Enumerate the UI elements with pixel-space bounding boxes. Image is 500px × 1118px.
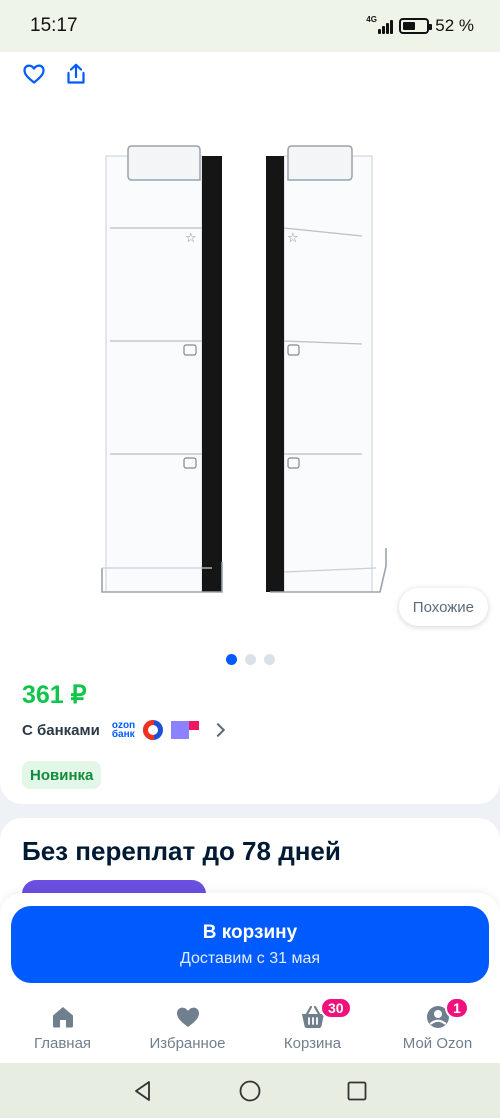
cart-action-area: В корзину Доставим с 31 мая bbox=[0, 893, 500, 993]
home-icon bbox=[49, 1003, 77, 1031]
installment-title: Без переплат до 78 дней bbox=[22, 836, 341, 866]
share-icon[interactable] bbox=[64, 62, 88, 86]
network-type: 4G bbox=[366, 15, 377, 24]
bank-logo-icon bbox=[143, 720, 164, 740]
nav-item-home[interactable]: Главная bbox=[0, 993, 125, 1063]
nav-label-cart: Корзина bbox=[283, 1035, 342, 1052]
bank-logo-square-icon bbox=[171, 721, 200, 739]
favorite-icon[interactable] bbox=[22, 62, 46, 86]
gallery-dot[interactable] bbox=[225, 654, 237, 665]
nav-item-favorites[interactable]: Избранное bbox=[125, 993, 250, 1063]
home-circle-icon[interactable] bbox=[238, 1079, 262, 1103]
nav-label-profile: Мой Ozon bbox=[402, 1035, 473, 1052]
bottom-navigation: Главная Избранное Корзина 30 Мой Ozon 1 bbox=[0, 993, 500, 1063]
gallery-dot[interactable] bbox=[263, 654, 275, 665]
status-time: 15:17 bbox=[30, 15, 78, 36]
ozon-bank-logo-line2: банк bbox=[111, 729, 135, 740]
battery-icon bbox=[399, 18, 433, 34]
nav-label-home: Главная bbox=[33, 1035, 92, 1052]
delivery-date: Доставим с 31 мая bbox=[179, 949, 321, 967]
gallery-dot[interactable] bbox=[244, 654, 256, 665]
battery-percent: 52 % bbox=[435, 16, 474, 35]
add-to-cart-label: В корзину bbox=[202, 921, 298, 943]
nav-item-profile[interactable]: Мой Ozon 1 bbox=[375, 993, 500, 1063]
status-indicators: 4G 52 % bbox=[366, 15, 474, 36]
product-actions bbox=[22, 62, 88, 86]
ozon-bank-logo: ozon банк bbox=[111, 721, 135, 740]
product-card: ☆ ☆ Похожие 361 ₽ С банками ozon банк Но… bbox=[0, 52, 500, 804]
signal-icon: 4G bbox=[366, 15, 394, 34]
add-to-cart-button[interactable]: В корзину Доставим с 31 мая bbox=[11, 906, 489, 983]
banks-label: С банками bbox=[22, 721, 100, 739]
bank-offers[interactable]: С банками ozon банк bbox=[22, 720, 226, 740]
svg-text:☆: ☆ bbox=[185, 231, 197, 246]
status-bar: 15:17 4G 52 % bbox=[0, 0, 500, 52]
heart-icon bbox=[174, 1003, 202, 1031]
gallery-pagination[interactable] bbox=[0, 654, 500, 665]
chevron-right-icon bbox=[211, 722, 226, 738]
product-price: 361 ₽ bbox=[22, 681, 87, 709]
product-image-gallery[interactable]: ☆ ☆ bbox=[0, 92, 500, 652]
profile-notification-badge: 1 bbox=[445, 997, 469, 1019]
svg-text:☆: ☆ bbox=[287, 231, 299, 246]
nav-label-favorites: Избранное bbox=[149, 1035, 226, 1052]
product-image: ☆ ☆ bbox=[101, 145, 387, 593]
cart-count-badge: 30 bbox=[320, 997, 352, 1019]
nav-item-cart[interactable]: Корзина 30 bbox=[250, 993, 375, 1063]
system-navigation-bar bbox=[0, 1063, 500, 1118]
similar-products-button[interactable]: Похожие bbox=[398, 588, 488, 626]
new-badge: Новинка bbox=[22, 761, 102, 789]
recents-square-icon[interactable] bbox=[345, 1079, 369, 1103]
back-icon[interactable] bbox=[131, 1079, 155, 1103]
